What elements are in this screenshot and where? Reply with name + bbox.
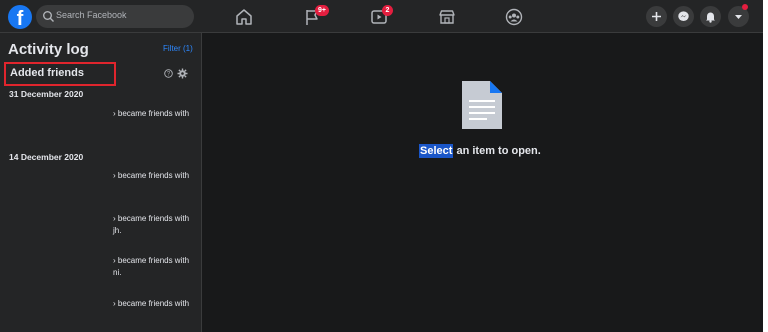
help-icon[interactable]: ? (164, 69, 173, 78)
settings-gear-icon[interactable] (177, 68, 188, 79)
messenger-icon (678, 11, 689, 21)
create-button[interactable] (646, 6, 667, 27)
watch-notification-badge: 2 (382, 5, 393, 16)
main-content-area: Select an item to open. (203, 33, 763, 332)
activity-entry-text: became friends with (117, 214, 190, 223)
activity-entry-text: became friends with (117, 171, 190, 180)
activity-entry-text: became friends with (117, 299, 190, 308)
sidebar-title: Activity log (8, 41, 89, 58)
date-heading: 31 December 2020 (9, 89, 84, 99)
activity-entry[interactable]: › became friends with (113, 299, 189, 308)
caret-down-icon (735, 15, 742, 19)
activity-entry[interactable]: › became friends with (113, 109, 189, 118)
empty-state-rest: an item to open. (453, 145, 541, 157)
account-notification-dot (742, 4, 748, 10)
search-icon (43, 11, 54, 22)
bell-icon (706, 12, 715, 23)
flag-notification-badge: 9+ (315, 5, 329, 16)
document-icon (462, 81, 502, 129)
date-heading: 14 December 2020 (9, 152, 84, 162)
notifications-button[interactable] (700, 6, 721, 27)
search-input[interactable]: Search Facebook (36, 5, 194, 28)
empty-state-message: Select an item to open. (419, 144, 541, 158)
marketplace-icon[interactable] (437, 7, 457, 27)
messenger-button[interactable] (673, 6, 694, 27)
plus-icon (652, 12, 661, 21)
home-icon[interactable] (234, 7, 254, 27)
activity-entry[interactable]: › became friends with (113, 171, 189, 180)
activity-entry[interactable]: › became friends with (113, 214, 189, 223)
activity-entry-text: became friends with (117, 256, 190, 265)
facebook-logo-icon[interactable]: f (8, 5, 32, 29)
groups-icon[interactable] (504, 7, 524, 27)
top-navigation-bar: f Search Facebook 9+ 2 (0, 0, 763, 33)
selected-word: Select (419, 144, 454, 158)
filter-link[interactable]: Filter (1) (163, 44, 193, 53)
activity-entry-text: became friends with (117, 109, 190, 118)
activity-entry-name-suffix: jh. (113, 226, 122, 235)
app-window: f Search Facebook 9+ 2 Activity log Filt… (0, 0, 763, 332)
section-title: Added friends (10, 67, 84, 79)
search-placeholder: Search Facebook (56, 10, 127, 20)
activity-log-sidebar: Activity log Filter (1) Added friends ? … (0, 33, 202, 332)
activity-entry-name-suffix: ni. (113, 268, 122, 277)
activity-entry[interactable]: › became friends with (113, 256, 189, 265)
